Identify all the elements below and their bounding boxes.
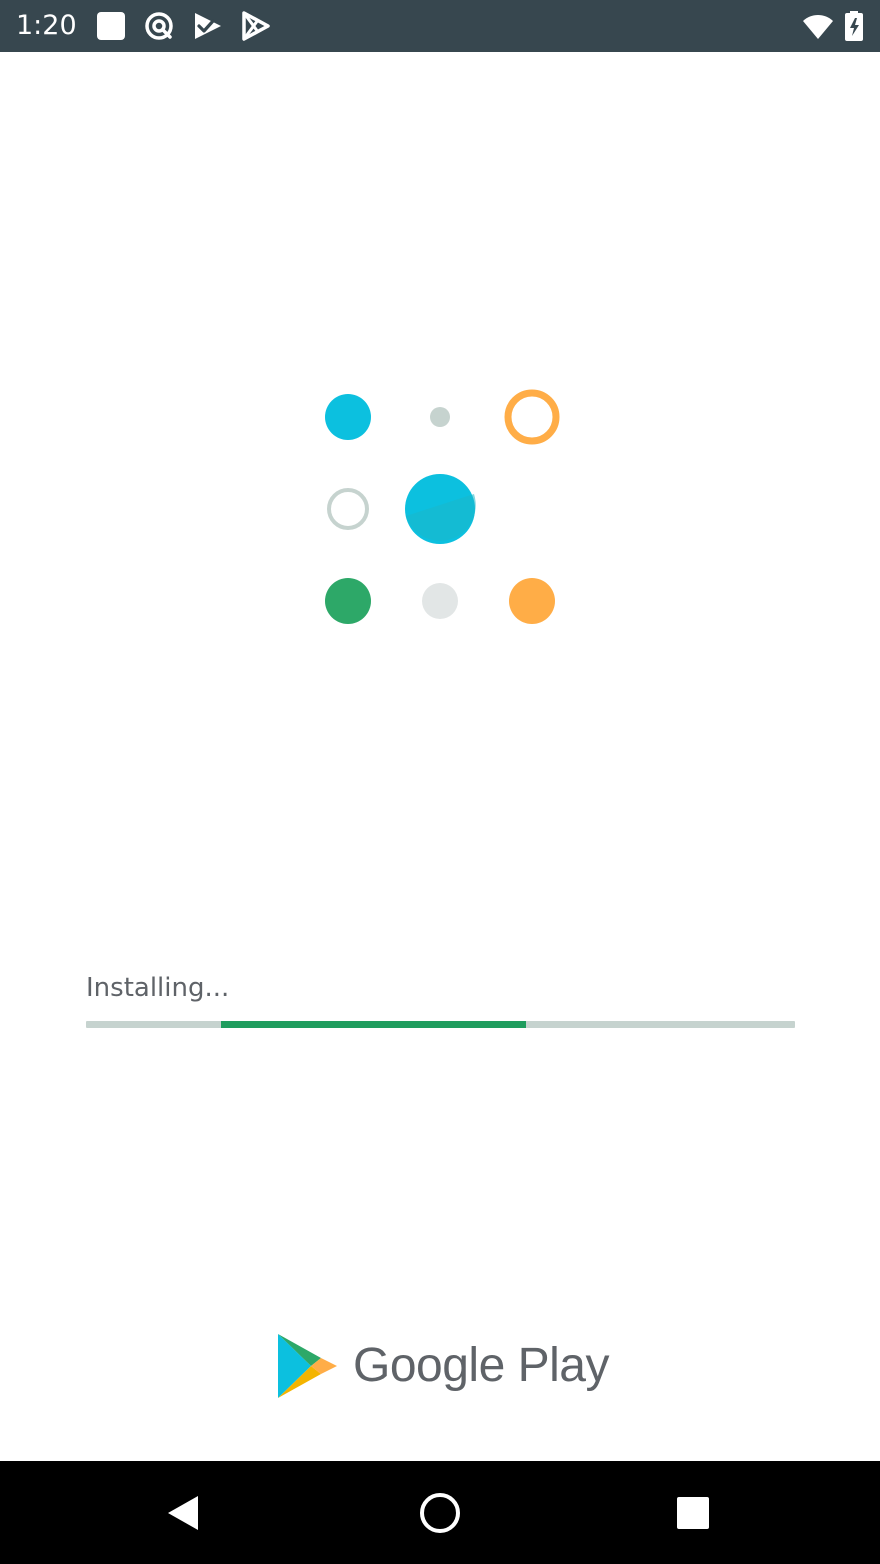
installing-label: Installing... [86, 973, 230, 1003]
dot-gray-small [430, 407, 450, 427]
dot-gray-ring [327, 488, 369, 530]
dot-pattern [325, 389, 560, 624]
check-flag-icon [192, 10, 224, 42]
install-progress-fill [221, 1021, 526, 1028]
wifi-icon [802, 10, 834, 42]
google-play-wordmark: Google Play [353, 1339, 610, 1392]
dot-gray-faded [422, 583, 458, 619]
install-progress-bar [86, 1021, 795, 1028]
dot-green-filled [325, 578, 371, 624]
notification-square-icon [95, 10, 127, 42]
home-circle-icon [420, 1493, 460, 1533]
status-time: 1:20 [16, 10, 77, 41]
battery-charging-icon [840, 10, 868, 42]
status-bar: 1:20 [0, 0, 880, 52]
recents-button[interactable] [663, 1483, 723, 1543]
dot-teal-filled [325, 394, 371, 440]
dot-orange-filled [509, 578, 555, 624]
back-triangle-icon [168, 1496, 198, 1530]
installing-illustration [300, 370, 580, 650]
back-button[interactable] [154, 1483, 214, 1543]
screen: 1:20 Installing... Google Play [0, 0, 880, 1564]
navigation-bar [0, 1461, 880, 1564]
dot-orange-ring [504, 389, 560, 445]
at-sign-circle-icon [143, 10, 175, 42]
play-outline-icon [240, 10, 272, 42]
home-button[interactable] [410, 1483, 470, 1543]
google-play-branding: Google Play [275, 1330, 615, 1402]
recents-square-icon [677, 1497, 709, 1529]
google-play-logo-icon [275, 1332, 339, 1400]
